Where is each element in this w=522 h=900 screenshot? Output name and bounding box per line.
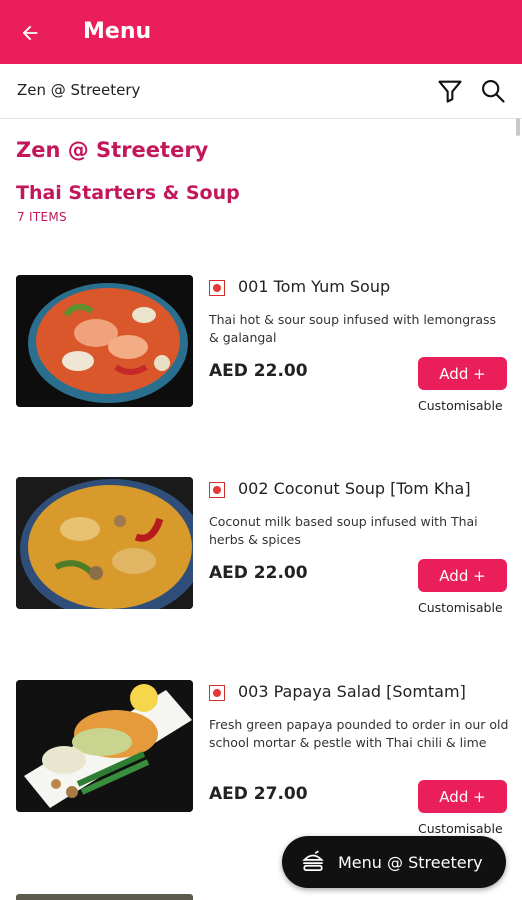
burger-icon [300,849,326,875]
app-bar: Menu [0,0,522,64]
menu-item-card[interactable]: 003 Papaya Salad [Somtam] Fresh green pa… [0,680,522,850]
arrow-left-icon [22,25,38,41]
restaurant-name: Zen @ Streetery [16,138,209,162]
item-price: AED 27.00 [209,784,308,804]
item-photo[interactable] [16,680,193,812]
scrollbar[interactable] [516,118,520,136]
veg-indicator-icon [209,685,225,701]
add-button[interactable]: Add + [418,357,507,390]
item-photo[interactable] [16,275,193,407]
item-name[interactable]: 003 Papaya Salad [Somtam] [238,682,466,701]
customisable-label: Customisable [418,821,503,836]
veg-indicator-icon [209,482,225,498]
restaurant-bar-title: Zen @ Streetery [17,81,141,99]
item-name[interactable]: 002 Coconut Soup [Tom Kha] [238,479,471,498]
item-photo[interactable] [16,477,193,609]
search-icon [482,80,505,103]
item-description: Thai hot & sour soup infused with lemong… [209,312,497,345]
menu-item-card[interactable]: 002 Coconut Soup [Tom Kha] Coconut milk … [0,477,522,647]
section-title: Thai Starters & Soup [16,182,240,204]
back-button[interactable] [14,17,46,49]
filter-icon [438,80,462,103]
menu-fab-button[interactable]: Menu @ Streetery [282,836,506,888]
menu-item-card[interactable]: 001 Tom Yum Soup Thai hot & sour soup in… [0,275,522,445]
search-button[interactable] [479,77,507,105]
page-title: Menu [83,19,152,44]
customisable-label: Customisable [418,600,503,615]
add-button[interactable]: Add + [418,559,507,592]
filter-button[interactable] [436,77,464,105]
menu-fab-label: Menu @ Streetery [338,852,483,872]
veg-indicator-icon [209,280,225,296]
item-name[interactable]: 001 Tom Yum Soup [238,277,390,296]
item-description: Coconut milk based soup infused with Tha… [209,514,478,547]
customisable-label: Customisable [418,398,503,413]
item-price: AED 22.00 [209,361,308,381]
item-count: 7 ITEMS [17,210,67,224]
add-button[interactable]: Add + [418,780,507,813]
item-price: AED 22.00 [209,563,308,583]
item-description: Fresh green papaya pounded to order in o… [209,717,509,750]
next-item-photo [16,894,193,900]
